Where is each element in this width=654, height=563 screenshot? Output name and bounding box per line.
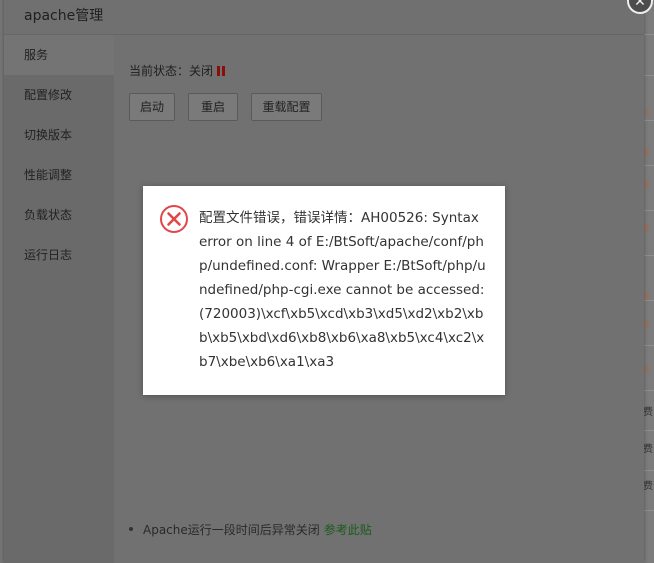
tip-link[interactable]: 参考此贴: [324, 523, 372, 537]
bg-text: 费: [643, 444, 653, 455]
start-button[interactable]: 启动: [129, 93, 175, 121]
sidebar: 服务 配置修改 切换版本 性能调整 负载状态 运行日志: [4, 35, 114, 563]
restart-button[interactable]: 重启: [188, 93, 238, 121]
window-titlebar: apache管理: [4, 0, 644, 35]
bg-text: 费: [643, 407, 653, 418]
tip-text: Apache运行一段时间后异常关闭: [143, 523, 320, 537]
reload-config-button[interactable]: 重载配置: [251, 93, 322, 121]
sidebar-item-config[interactable]: 配置修改: [4, 75, 114, 115]
sidebar-item-service[interactable]: 服务: [4, 35, 114, 75]
sidebar-item-performance[interactable]: 性能调整: [4, 155, 114, 195]
error-circle-icon: [160, 205, 188, 233]
help-tip: Apache运行一段时间后异常关闭 参考此贴: [129, 521, 372, 538]
bullet-icon: [129, 527, 133, 531]
error-toast: 配置文件错误，错误详情：AH00526: Syntax error on lin…: [143, 186, 505, 395]
service-status: 当前状态：关闭: [129, 62, 227, 79]
status-label: 当前状态：关闭: [129, 64, 214, 78]
error-message: 配置文件错误，错误详情：AH00526: Syntax error on lin…: [199, 210, 486, 370]
sidebar-item-load-status[interactable]: 负载状态: [4, 195, 114, 235]
sidebar-item-logs[interactable]: 运行日志: [4, 235, 114, 275]
stopped-icon: [217, 65, 227, 79]
bg-text: 费: [643, 481, 653, 492]
window-title: apache管理: [24, 8, 104, 24]
sidebar-item-version[interactable]: 切换版本: [4, 115, 114, 155]
